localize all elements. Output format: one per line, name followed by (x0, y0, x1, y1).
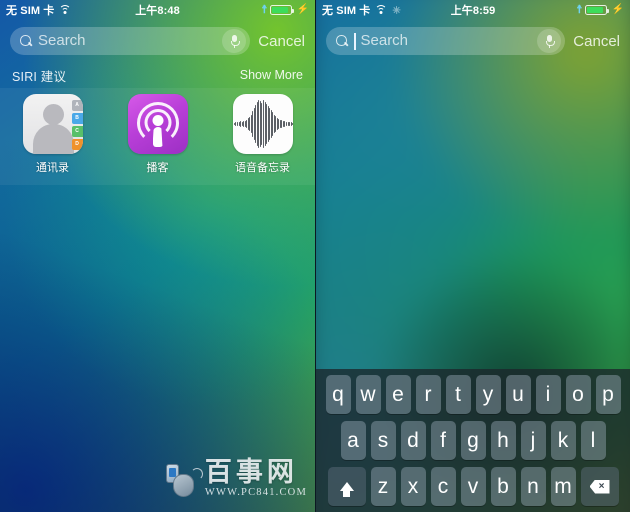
key-h[interactable]: h (490, 421, 516, 460)
waveform (232, 94, 293, 154)
contacts-tab-c: C (71, 126, 83, 137)
key-q[interactable]: q (325, 375, 351, 414)
key-c[interactable]: c (430, 467, 456, 506)
charging-bolt-icon: ⚡ (611, 4, 624, 15)
app-label-podcasts: 播客 (146, 162, 169, 174)
charging-bolt-icon: ⚡ (296, 4, 309, 15)
clock-label: 上午8:48 (135, 5, 180, 17)
status-center-group-right: 上午8:59 (451, 2, 496, 18)
wifi-icon (58, 5, 71, 15)
mouse-icon (165, 464, 203, 498)
status-bar-left: 无 SIM 卡 上午8:48 ☨ ⚡ (0, 0, 315, 20)
carrier-label: 无 SIM 卡 (6, 5, 55, 17)
search-input[interactable]: Search (10, 27, 251, 55)
key-x[interactable]: x (400, 467, 426, 506)
shift-icon[interactable] (327, 467, 366, 506)
siri-suggestions-header: SIRI 建议 Show More (0, 62, 315, 88)
key-v[interactable]: v (460, 467, 486, 506)
podcasts-icon (127, 94, 188, 154)
status-bar-right: 无 SIM 卡 上午8:59 ☨ ⚡ (316, 0, 630, 20)
activity-spinner-icon (391, 6, 401, 15)
siri-suggestions-row: A B C D 通讯录 播客 语音备忘录 (0, 88, 315, 185)
status-left-group-right: 无 SIM 卡 (322, 2, 451, 18)
text-cursor (354, 32, 356, 50)
microphone-icon[interactable] (537, 29, 562, 53)
cancel-button[interactable]: Cancel (256, 33, 307, 50)
key-k[interactable]: k (550, 421, 576, 460)
battery-icon (585, 5, 610, 15)
key-j[interactable]: j (520, 421, 546, 460)
wifi-icon (374, 5, 387, 15)
contacts-tab-d: D (71, 139, 83, 150)
key-n[interactable]: n (520, 467, 546, 506)
microphone-icon[interactable] (222, 29, 247, 53)
key-p[interactable]: p (595, 375, 621, 414)
search-icon (20, 35, 32, 47)
search-bar-left: Search Cancel (0, 20, 315, 62)
key-z[interactable]: z (370, 467, 396, 506)
contacts-tab-b: B (71, 113, 83, 124)
carrier-label-right: 无 SIM 卡 (322, 5, 371, 17)
screenshot-root: 无 SIM 卡 上午8:48 ☨ ⚡ Search Cancel SIRI 建议… (0, 0, 630, 512)
keyboard-row-3: z x c v b n m × (318, 467, 628, 506)
onscreen-keyboard: q w e r t y u i o p a s d f g h j k l z … (316, 369, 630, 512)
app-label-contacts: 通讯录 (36, 162, 69, 174)
clock-label-right: 上午8:59 (450, 5, 496, 17)
keyboard-row-2: a s d f g h j k l (318, 421, 628, 460)
show-more-button[interactable]: Show More (240, 68, 303, 82)
key-a[interactable]: a (340, 421, 366, 460)
key-d[interactable]: d (400, 421, 426, 460)
key-u[interactable]: u (505, 375, 531, 414)
key-w[interactable]: w (355, 375, 381, 414)
status-right-group: ☨ ⚡ (180, 3, 309, 16)
status-center-group: 上午8:48 (135, 2, 180, 18)
app-label-voice-memos: 语音备忘录 (235, 162, 290, 174)
siri-suggestions-title: SIRI 建议 (12, 69, 67, 84)
key-g[interactable]: g (460, 421, 486, 460)
key-f[interactable]: f (430, 421, 456, 460)
key-i[interactable]: i (535, 375, 561, 414)
watermark-url: WWW.PC841.COM (204, 487, 307, 498)
search-icon (336, 35, 348, 47)
app-item-podcasts[interactable]: 播客 (105, 94, 210, 175)
keyboard-row-1: q w e r t y u i o p (318, 375, 628, 414)
search-bar-right: Search Cancel (316, 20, 630, 62)
key-r[interactable]: r (415, 375, 441, 414)
status-right-group-right: ☨ ⚡ (495, 3, 624, 16)
contacts-tab-a: A (71, 100, 83, 111)
status-left-group: 无 SIM 卡 (6, 2, 135, 18)
watermark-brand: 百事网 (204, 457, 298, 488)
key-y[interactable]: y (475, 375, 501, 414)
key-m[interactable]: m (550, 467, 576, 506)
app-item-contacts[interactable]: A B C D 通讯录 (0, 94, 105, 175)
key-l[interactable]: l (580, 421, 606, 460)
phone-screen-right: 无 SIM 卡 上午8:59 ☨ ⚡ Search Cancel q w e r… (315, 0, 630, 512)
voice-memos-icon (232, 94, 293, 154)
search-input[interactable]: Search (326, 27, 566, 55)
key-b[interactable]: b (490, 467, 516, 506)
delete-glyph: × (598, 480, 605, 492)
contacts-icon: A B C D (22, 94, 83, 154)
phone-screen-left: 无 SIM 卡 上午8:48 ☨ ⚡ Search Cancel SIRI 建议… (0, 0, 315, 512)
search-placeholder: Search (38, 32, 86, 49)
bluetooth-icon: ☨ (261, 3, 268, 16)
delete-icon[interactable]: × (580, 467, 619, 506)
app-item-voice-memos[interactable]: 语音备忘录 (210, 94, 315, 175)
bluetooth-icon: ☨ (576, 3, 583, 16)
watermark: 百事网 WWW.PC841.COM (165, 457, 307, 498)
search-placeholder: Search (360, 32, 409, 49)
key-o[interactable]: o (565, 375, 591, 414)
cancel-button[interactable]: Cancel (571, 33, 622, 50)
battery-icon (270, 5, 295, 15)
key-s[interactable]: s (370, 421, 396, 460)
key-t[interactable]: t (445, 375, 471, 414)
key-e[interactable]: e (385, 375, 411, 414)
